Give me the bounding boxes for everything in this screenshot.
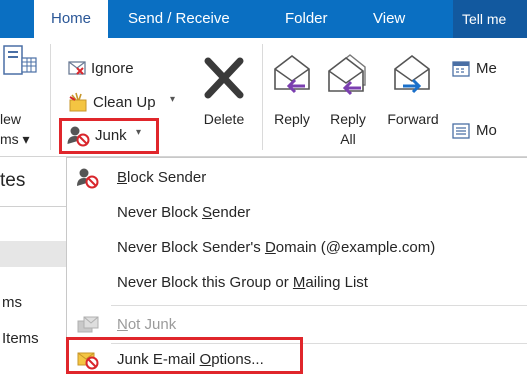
clean-up-icon [69, 92, 87, 112]
reply-icon [274, 54, 310, 94]
never-block-group-label: Never Block this Group or Mailing List [117, 274, 368, 291]
not-junk-label: Not Junk [117, 316, 177, 333]
menu-item-block-sender[interactable]: Block Sender [67, 163, 526, 193]
menu-item-never-block-sender[interactable]: Never Block Sender [67, 198, 526, 228]
folder-item[interactable]: Items [2, 330, 39, 347]
forward-label: Forward [387, 111, 439, 127]
reply-all-label-1: Reply [330, 111, 366, 127]
meeting-label: Me [476, 60, 497, 77]
more-respond-icon [452, 123, 470, 139]
block-sender-icon [77, 168, 99, 189]
ignore-icon [68, 61, 86, 75]
reply-button[interactable]: Reply [268, 38, 316, 156]
menu-separator [111, 305, 527, 306]
block-sender-label: Block Sender [117, 169, 207, 186]
reply-all-icon [328, 54, 366, 96]
new-items-label-2: ms ▾ [0, 131, 30, 147]
new-items-label-1: lew [0, 111, 22, 127]
folder-pane-title: tes [0, 170, 26, 191]
more-respond-button[interactable]: Mo [450, 120, 527, 142]
junk-highlight-box [59, 118, 159, 154]
reply-all-button[interactable]: Reply All [322, 38, 374, 156]
folder-pane: tes ms Items [0, 157, 66, 374]
group-divider [50, 44, 51, 150]
delete-button[interactable]: Delete [192, 38, 256, 156]
menu-item-never-block-domain[interactable]: Never Block Sender's Domain (@example.co… [67, 233, 526, 263]
folder-item[interactable]: ms [2, 294, 22, 311]
group-divider [262, 44, 263, 150]
menu-item-never-block-group[interactable]: Never Block this Group or Mailing List [67, 268, 526, 298]
never-block-domain-label: Never Block Sender's Domain (@example.co… [117, 239, 436, 256]
tell-me-search[interactable]: Tell me [453, 0, 527, 38]
tab-send-receive[interactable]: Send / Receive [128, 0, 230, 38]
forward-icon [394, 54, 430, 94]
delete-icon [204, 57, 244, 99]
new-items-button[interactable]: lew ms ▾ [0, 38, 40, 156]
tab-folder[interactable]: Folder [285, 0, 328, 38]
new-items-icon [3, 45, 37, 75]
more-respond-label: Mo [476, 122, 497, 139]
clean-up-chevron-down-icon: ▾ [170, 94, 176, 105]
never-block-sender-label: Never Block Sender [117, 204, 251, 221]
not-junk-icon [77, 316, 99, 333]
forward-button[interactable]: Forward [380, 38, 446, 156]
tab-view[interactable]: View [373, 0, 405, 38]
ribbon-home: lew ms ▾ Ignore Clean Up ▾ Junk ▾ Delete… [0, 38, 527, 157]
ribbon-tab-bar: Home Send / Receive Folder View Tell me [0, 0, 527, 38]
ignore-button[interactable]: Ignore [66, 58, 176, 80]
meeting-button[interactable]: Me [450, 58, 527, 80]
meeting-icon [452, 61, 470, 77]
tab-home[interactable]: Home [34, 0, 108, 38]
junk-options-highlight-box [66, 337, 303, 374]
clean-up-label: Clean Up [93, 94, 156, 111]
ignore-label: Ignore [91, 60, 134, 77]
menu-item-not-junk[interactable]: Not Junk [67, 310, 526, 340]
reply-label: Reply [274, 111, 310, 127]
folder-pane-band [0, 241, 66, 267]
folder-pane-header: tes [0, 157, 66, 207]
clean-up-button[interactable]: Clean Up ▾ [66, 91, 186, 113]
delete-label: Delete [203, 111, 245, 127]
reply-all-label-2: All [340, 131, 356, 147]
